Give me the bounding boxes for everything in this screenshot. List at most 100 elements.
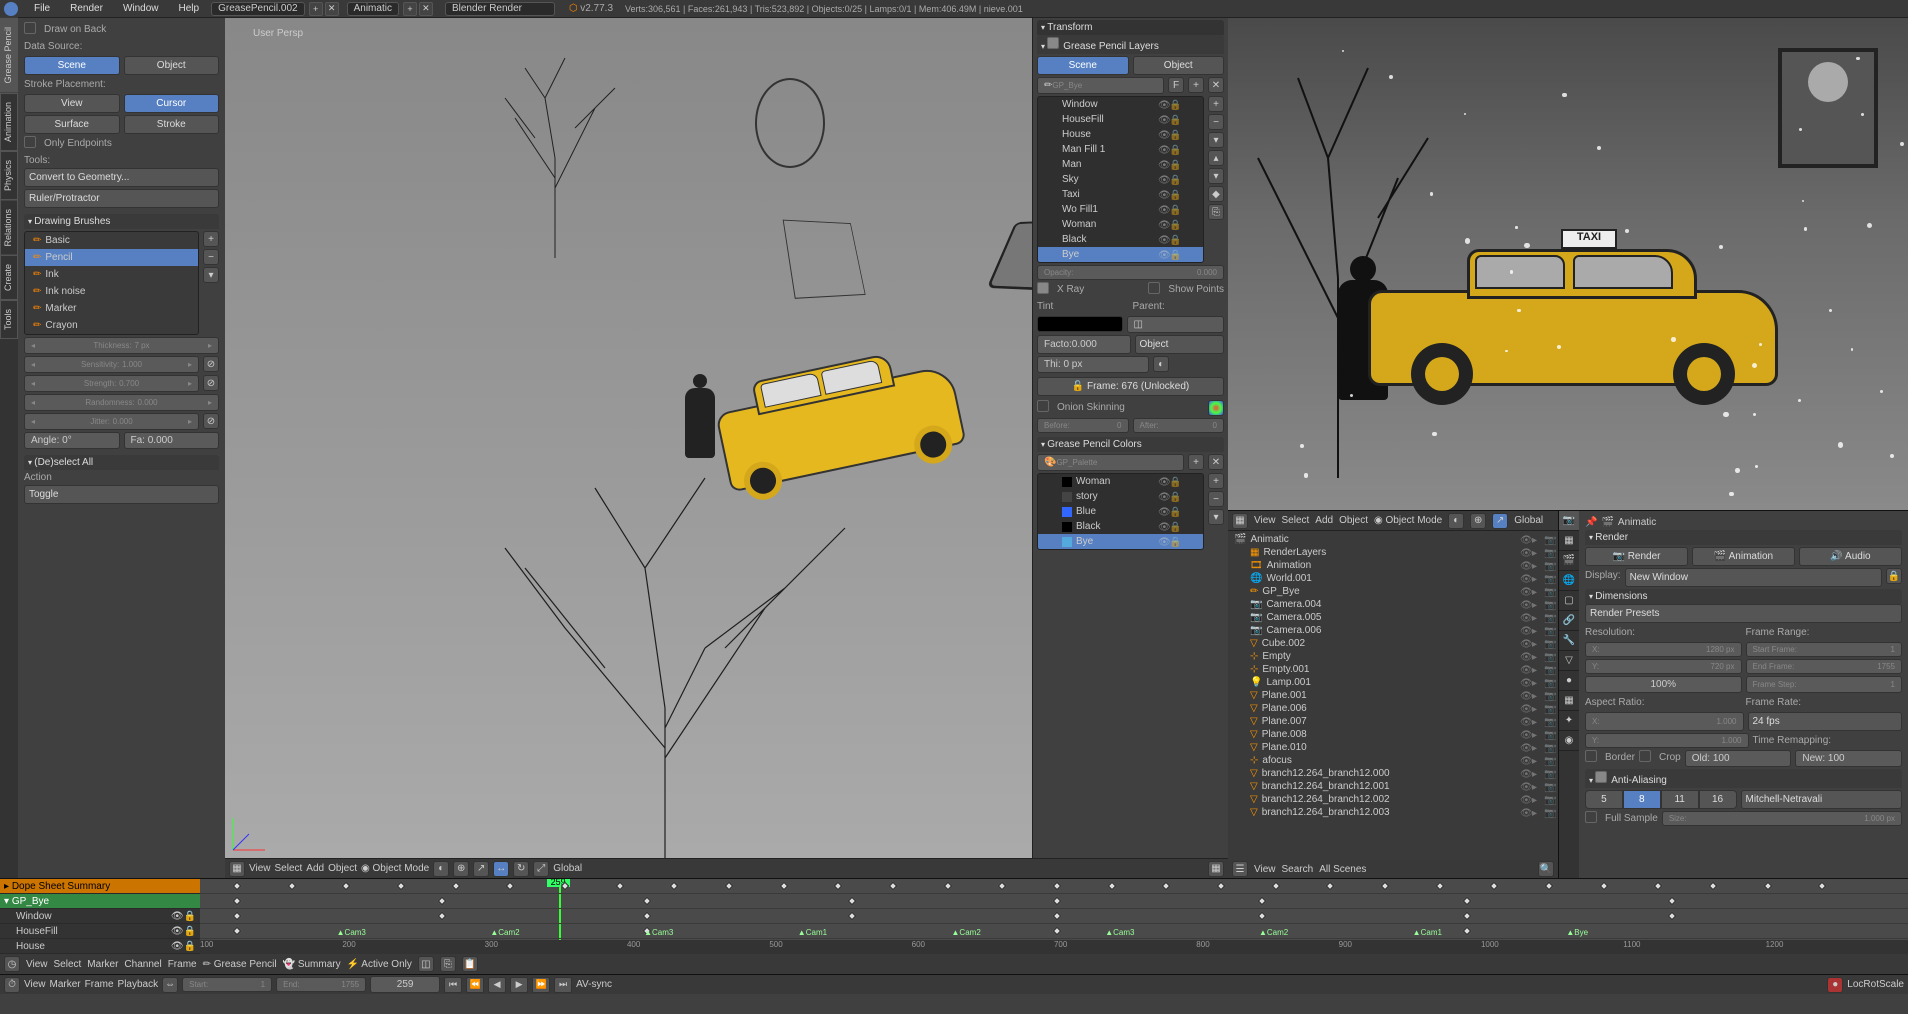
remap-old[interactable]: Old: 100 (1685, 750, 1792, 767)
res-pct[interactable]: 100% (1585, 676, 1742, 693)
keyframe-prev-icon[interactable]: ⏪ (466, 977, 484, 993)
gp-add[interactable]: + (1188, 77, 1204, 93)
jitter-field[interactable]: ◂Jitter: 0.000▸ (24, 413, 199, 430)
thickness-field[interactable]: ◂Thickness: 7 px▸ (24, 337, 219, 354)
gp-name-field[interactable]: ✏ GP_Bye (1037, 77, 1164, 94)
manip2[interactable]: ↗ (1492, 513, 1508, 529)
outliner-plane-007[interactable]: ▽Plane.007👁▸📷 (1230, 715, 1556, 728)
opacity-field[interactable]: Opacity:0.000 (1037, 265, 1224, 280)
outliner-plane-006[interactable]: ▽Plane.006👁▸📷 (1230, 702, 1556, 715)
channel-window[interactable]: Window👁🔒 (0, 909, 200, 924)
draw-on-back-check[interactable] (24, 22, 36, 34)
outliner-afocus[interactable]: ⊹afocus👁▸📷 (1230, 754, 1556, 767)
manip-scale[interactable]: ⤢ (533, 861, 549, 877)
crop-check[interactable] (1639, 750, 1651, 762)
editor-type-icon[interactable]: ▦ (229, 861, 245, 877)
vp-menu-object[interactable]: Object (328, 863, 357, 874)
brush-remove-icon[interactable]: − (203, 249, 219, 265)
outl-view[interactable]: View (1254, 864, 1276, 875)
brush-marker[interactable]: Marker (25, 300, 198, 317)
tl-frame[interactable]: Frame (85, 979, 114, 990)
gp-layers-panel[interactable]: Grease Pencil Layers (1037, 35, 1224, 54)
tl-editor-type[interactable]: ⏱ (4, 977, 20, 993)
tab-animation[interactable]: Animation (0, 93, 18, 151)
outliner-gp_bye[interactable]: ✏GP_Bye👁▸📷 (1230, 585, 1556, 598)
search-icon[interactable]: 🔍 (1538, 861, 1554, 877)
layer-menu[interactable]: ▾ (1208, 132, 1224, 148)
gp-layer-black[interactable]: Black👁🔒 (1038, 232, 1203, 247)
summary-channel[interactable]: ▸ Dope Sheet Summary (0, 879, 200, 894)
tl-playback[interactable]: Playback (118, 979, 159, 990)
brush-ink-noise[interactable]: Ink noise (25, 283, 198, 300)
outliner-tree[interactable]: 🎬Animatic👁▸📷▦RenderLayers👁▸📷🎞Animation👁▸… (1228, 531, 1558, 860)
ds-active[interactable]: ⚡ Active Only (347, 959, 412, 970)
brush-crayon[interactable]: Crayon (25, 317, 198, 334)
randomness-field[interactable]: ◂Randomness: 0.000▸ (24, 394, 219, 411)
editor-type-2[interactable]: ▦ (1232, 513, 1248, 529)
ds-view[interactable]: View (26, 959, 48, 970)
3d-viewport[interactable]: User Persp (225, 18, 1032, 858)
ds-select[interactable]: Select (54, 959, 82, 970)
tl-range-icon[interactable]: ⇔ (162, 977, 178, 993)
pivot-icon[interactable]: ⊕ (453, 861, 469, 877)
outliner-camera-004[interactable]: 📷Camera.004👁▸📷 (1230, 598, 1556, 611)
vp2-object[interactable]: Object (1339, 515, 1368, 526)
angle-field[interactable]: Angle: 0° (24, 432, 120, 449)
menu-window[interactable]: Window (113, 3, 169, 14)
gp-layer-man[interactable]: Man👁🔒 (1038, 157, 1203, 172)
tab-tools[interactable]: Tools (0, 300, 18, 339)
tl-marker[interactable]: Marker (50, 979, 81, 990)
aspect-x[interactable]: X:1.000 (1585, 712, 1744, 731)
outliner-plane-008[interactable]: ▽Plane.008👁▸📷 (1230, 728, 1556, 741)
tab-physics[interactable]: Physics (0, 151, 18, 200)
layer-copy[interactable]: ⎘ (1208, 204, 1224, 220)
gp-color-bye[interactable]: Bye👁🔒 (1038, 534, 1203, 549)
pin-icon[interactable]: 📌 (1585, 517, 1597, 528)
brush-ink[interactable]: Ink (25, 266, 198, 283)
toggle-action[interactable]: Toggle (24, 485, 219, 504)
vp2-view[interactable]: View (1254, 515, 1276, 526)
tab-create[interactable]: Create (0, 255, 18, 300)
ds-editor-type[interactable]: ◷ (4, 956, 20, 972)
outliner-filter[interactable]: All Scenes (1319, 864, 1532, 875)
gp-channel[interactable]: ▾ GP_Bye (0, 894, 200, 909)
manipulator-icon[interactable]: ↗ (473, 861, 489, 877)
layer-isolate[interactable]: ◆ (1208, 186, 1224, 202)
gp-fakeuser[interactable]: F (1168, 77, 1184, 93)
outliner-lamp-001[interactable]: 💡Lamp.001👁▸📷 (1230, 676, 1556, 689)
orientation-selector[interactable]: Global (553, 863, 582, 874)
tab-relations[interactable]: Relations (0, 200, 18, 256)
outliner-cube-002[interactable]: ▽Cube.002👁▸📷 (1230, 637, 1556, 650)
gp-layer-window[interactable]: Window👁🔒 (1038, 97, 1203, 112)
tab-modifiers[interactable]: 🔧 (1559, 631, 1579, 651)
sync-mode[interactable]: AV-sync (576, 979, 612, 990)
orient2[interactable]: Global (1514, 515, 1543, 526)
sp-surface[interactable]: Surface (24, 115, 120, 134)
aa-sample-5[interactable]: 5 (1585, 790, 1623, 809)
outliner-camera-005[interactable]: 📷Camera.005👁▸📷 (1230, 611, 1556, 624)
onion-before[interactable]: Before:0 (1037, 418, 1129, 433)
render-preview[interactable]: TAXI (1228, 18, 1908, 510)
onion-after[interactable]: After:0 (1133, 418, 1225, 433)
outliner-branch12-264_branch12-002[interactable]: ▽branch12.264_branch12.002👁▸📷 (1230, 793, 1556, 806)
outliner-empty[interactable]: ⊹Empty👁▸📷 (1230, 650, 1556, 663)
tab-render[interactable]: 📷 (1559, 511, 1579, 531)
layout-add-button[interactable]: + (403, 2, 417, 16)
engine-selector[interactable]: Blender Render (445, 2, 555, 16)
scene-add-button[interactable]: + (309, 2, 323, 16)
strength-toggle[interactable]: ⊘ (203, 375, 219, 391)
remap-new[interactable]: New: 100 (1795, 750, 1902, 767)
ds-frame[interactable]: Frame (168, 959, 197, 970)
gp-color-black[interactable]: Black👁🔒 (1038, 519, 1203, 534)
only-endpoints-check[interactable] (24, 136, 36, 148)
ruler-button[interactable]: Ruler/Protractor (24, 189, 219, 208)
layer-remove[interactable]: − (1208, 114, 1224, 130)
ds-copy[interactable]: ⎘ (440, 956, 456, 972)
tab-material[interactable]: ● (1559, 671, 1579, 691)
parent-type[interactable]: Object (1135, 335, 1225, 354)
showpoints-check[interactable] (1148, 282, 1160, 294)
vp-menu-add[interactable]: Add (306, 863, 324, 874)
outliner-camera-006[interactable]: 📷Camera.006👁▸📷 (1230, 624, 1556, 637)
tint-factor[interactable]: Facto:0.000 (1037, 335, 1131, 354)
channel-house[interactable]: House👁🔒 (0, 939, 200, 954)
